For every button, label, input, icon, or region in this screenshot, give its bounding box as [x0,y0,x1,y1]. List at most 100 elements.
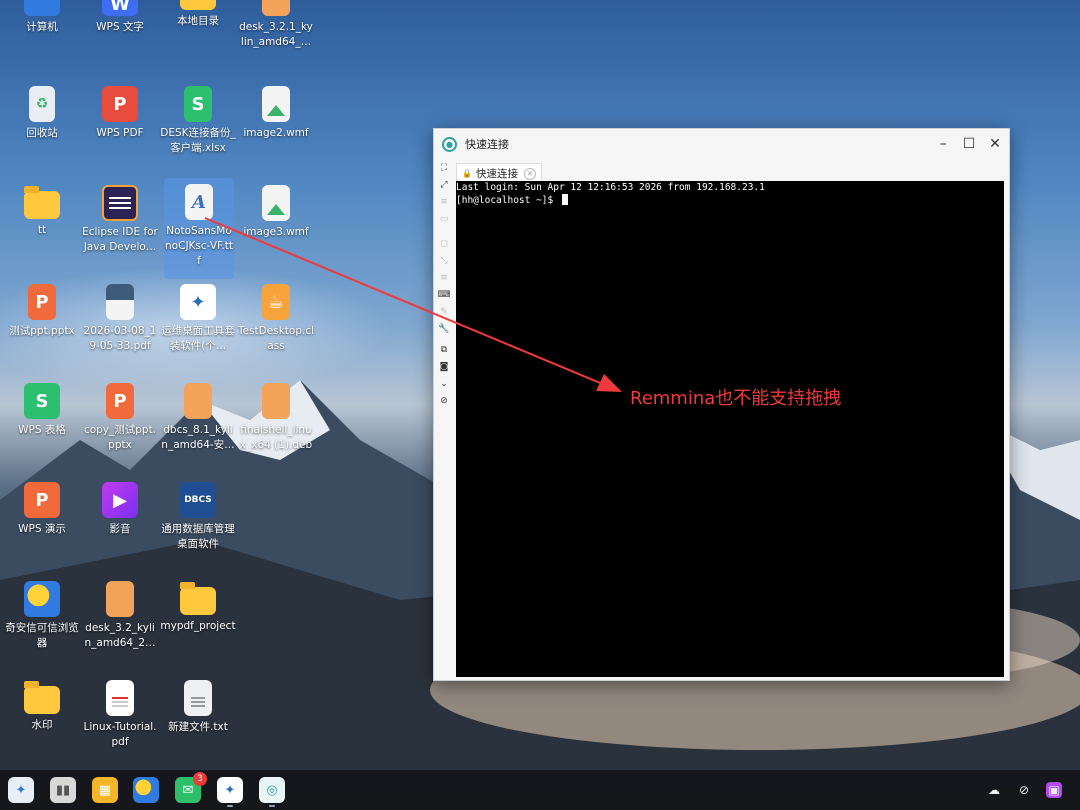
desktop-icon-image3[interactable]: image3.wmf [238,185,314,240]
image-file-icon [262,185,290,221]
desktop-icon-eclipse[interactable]: Eclipse IDE for Java Develo… [82,185,158,255]
desktop-icon-mypdf-project[interactable]: mypdf_project [160,581,236,634]
wps-pdf-icon: P [102,86,138,122]
desktop-icon-label: 通用数据库管理桌面软件 [161,523,235,550]
minimize-button[interactable]: – [933,134,953,154]
remmina-taskbar-icon[interactable]: ◎ [259,777,285,803]
tab-close-icon[interactable]: ✕ [523,167,536,180]
desktop-icon-tt[interactable]: tt [4,185,80,238]
browser-taskbar-icon[interactable] [133,777,159,803]
viewport-icon[interactable]: ⤡ [434,252,454,269]
desktop-icon-finalshell[interactable]: finalshell_linux_x64 (1).deb [238,383,314,453]
spreadsheet-icon: S [184,86,212,122]
video-player-icon: ▶ [102,482,138,518]
tab-label: 快速连接 [475,168,518,180]
folder-icon [180,0,216,10]
desktop-icon-label: 新建文件.txt [168,721,228,733]
browser-icon [24,581,60,617]
cloud-icon[interactable]: ☁ [986,782,1002,798]
desktop-icon-wps-presentation[interactable]: P WPS 演示 [4,482,80,537]
scaled-mode-icon[interactable]: ◻ [434,235,454,252]
messages-icon[interactable]: ✉ 3 [175,772,207,803]
minimize-toolbar-icon[interactable]: ⌄ [434,375,454,392]
terminal-cursor [561,194,568,205]
multitask-view-icon[interactable]: ▮▮ [50,777,76,803]
terminal-line: Last login: Sun Apr 12 12:16:53 2026 fro… [456,182,765,193]
desktop-icon-label: TestDesktop.class [238,325,315,352]
keyboard-icon[interactable]: ⌨ [434,286,454,303]
wps-presentation-icon: P [24,482,60,518]
maximize-button[interactable]: ☐ [959,134,979,154]
fullscreen-icon[interactable]: ⤢ [434,176,454,193]
presentation-icon: P [28,284,56,320]
desktop-icon-db-manager[interactable]: DBCS 通用数据库管理桌面软件 [160,482,236,552]
pdf-file-icon [106,680,134,716]
desktop-icon-label: dbcs_8.1_kylin_amd64-安… [161,424,235,451]
disconnect-icon[interactable]: ⊘ [434,392,454,409]
tools-icon[interactable]: 🔧 [434,320,454,337]
presentation-icon: P [106,383,134,419]
close-button[interactable]: ✕ [985,134,1005,154]
eclipse-icon [102,185,138,221]
desktop-icon-label: image3.wmf [243,226,309,238]
screenshot-icon[interactable]: ◙ [434,358,454,375]
active-indicator [227,805,233,807]
desktop-icon-browser[interactable]: 奇安信可信浏览器 [4,581,80,651]
desktop-icon-label: 奇安信可信浏览器 [5,622,79,649]
package-icon [262,383,290,419]
menu-icon[interactable]: ≡ [434,269,454,286]
desktop-icon-label: NotoSansMonoCJKsc-VF.ttf [165,225,233,267]
desktop-icon-label: Linux-Tutorial.pdf [83,721,157,748]
package-icon [106,581,134,617]
desktop-icon-video[interactable]: ▶ 影音 [82,482,158,537]
desktop-icon-wps-sheet[interactable]: S WPS 表格 [4,383,80,438]
ops-tool-taskbar-icon[interactable]: ✦ [217,777,243,803]
desktop-icon-copy-ppt[interactable]: P copy_测试ppt.pptx [82,383,158,453]
fit-window-icon[interactable]: ⛶ [434,159,454,176]
folder-icon [24,186,60,219]
wps-sheet-icon: S [24,383,60,419]
desktop-icon-label: 影音 [109,523,131,535]
desktop-icon-pdf-screenshot[interactable]: 2026-03-08_19-05-33.pdf [82,284,158,354]
desktop-icon-label: finalshell_linux_x64 (1).deb [239,424,313,451]
desktop-icon-local-dir[interactable]: 本地目录 [160,0,236,29]
desktop-icon-ops-tool[interactable]: ✦ 运维桌面工具套装软件(个… [160,284,236,354]
desktop-icon-noto-font[interactable]: A NotoSansMonoCJKsc-VF.ttf [164,178,234,279]
notification-badge: 3 [193,772,207,786]
desktop-icon-dbcs-pkg[interactable]: dbcs_8.1_kylin_amd64-安… [160,383,236,453]
desktop-icon-computer[interactable]: 计算机 [4,0,80,35]
desktop-icon-desk-backup[interactable]: S DESK连接备份_客户端.xlsx [160,86,236,156]
desktop-icon-image2[interactable]: image2.wmf [238,86,314,141]
package-icon [184,383,212,419]
scale-icon[interactable]: ≡ [434,193,454,210]
desktop-icon-label: 2026-03-08_19-05-33.pdf [83,325,157,352]
folder-icon [24,681,60,714]
font-file-icon: A [185,184,213,220]
network-icon[interactable]: ⊘ [1016,782,1032,798]
desktop-icon-label: Eclipse IDE for Java Develo… [82,226,158,253]
file-manager-icon[interactable]: ▦ [92,777,118,803]
pointer-icon[interactable]: ✎ [434,303,454,320]
desktop-icon-desk-321[interactable]: desk_3.2.1_kylin_amd64_… [238,0,314,50]
desktop-icon-testdesktop-class[interactable]: ☕ TestDesktop.class [238,284,314,354]
start-menu-icon[interactable]: ✦ [8,777,34,803]
desktop-icon-trash[interactable]: ♻ 回收站 [4,86,80,141]
desktop-icon-watermark[interactable]: 水印 [4,680,80,733]
desktop-icon-label: WPS 演示 [18,523,66,535]
desktop-icon-label: WPS PDF [96,127,144,139]
desktop-icon-wps-writer[interactable]: W WPS 文字 [82,0,158,35]
remmina-app-icon: ● [442,136,457,152]
desktop-icon-label: WPS 文字 [96,21,144,33]
window-titlebar[interactable]: ● 快速连接 – ☐ ✕ [434,129,1009,159]
duplicate-icon[interactable]: ⧉ [434,341,454,358]
pdf-file-icon [106,284,134,320]
desktop-icon-linux-tutorial[interactable]: Linux-Tutorial.pdf [82,680,158,750]
desktop-icon-new-txt[interactable]: 新建文件.txt [160,680,236,735]
notification-center-icon[interactable]: ▣ [1046,782,1062,798]
desktop-icon-label: copy_测试ppt.pptx [83,424,157,451]
desktop-icon-test-ppt[interactable]: P 测试ppt.pptx [4,284,80,339]
terminal-area[interactable]: Last login: Sun Apr 12 12:16:53 2026 fro… [456,181,1004,677]
dynamic-resolution-icon[interactable]: ▭ [434,210,454,227]
desktop-icon-desk-32[interactable]: desk_3.2_kylin_amd64_2… [82,581,158,651]
desktop-icon-wps-pdf[interactable]: P WPS PDF [82,86,158,141]
